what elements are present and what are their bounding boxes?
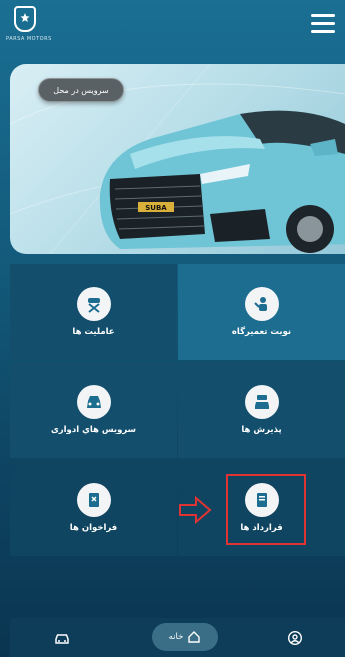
tile-agencies[interactable]: عاملیت ها <box>10 264 177 360</box>
tile-label: پذیرش ها <box>241 425 282 435</box>
app-logo[interactable]: PARSA MOTORS <box>6 6 56 50</box>
hamburger-menu-icon[interactable] <box>311 14 335 34</box>
car-lift-icon <box>76 287 111 321</box>
bottom-navigation: خانه <box>10 618 345 657</box>
tile-receptions[interactable]: پذیرش ها <box>178 362 345 458</box>
user-icon[interactable] <box>283 627 307 649</box>
tile-repair-appointment[interactable]: نوبت تعمیرگاه <box>178 264 345 360</box>
home-icon <box>188 631 201 643</box>
app-screen: PARSA MOTORS سرویس در محل SUBA نوبت تعمی… <box>0 0 345 657</box>
mechanic-wrench-icon <box>244 287 279 321</box>
recall-icon <box>76 483 111 517</box>
logo-text: PARSA MOTORS <box>6 36 52 42</box>
car-image: SUBA <box>99 110 345 253</box>
tile-label: عاملیت ها <box>72 327 115 337</box>
nav-home-label: خانه <box>168 632 184 642</box>
tile-label: فراخوان ها <box>69 523 118 533</box>
tile-label: سرویس هاي ادواری <box>50 425 137 435</box>
annotation-arrow-icon <box>179 496 212 524</box>
plate-text: SUBA <box>145 204 167 212</box>
tile-recalls[interactable]: فراخوان ها <box>10 460 177 556</box>
car-service-icon <box>244 385 279 419</box>
tile-periodic-services[interactable]: سرویس هاي ادواری <box>10 362 177 458</box>
car-front-icon <box>76 385 111 419</box>
shield-logo-icon <box>14 6 36 32</box>
header: PARSA MOTORS <box>0 0 345 58</box>
nav-home-button[interactable]: خانه <box>152 623 218 651</box>
tile-label: نوبت تعمیرگاه <box>231 327 292 337</box>
annotation-highlight-box <box>226 474 306 545</box>
car-icon[interactable] <box>50 627 74 649</box>
hero-banner: سرویس در محل SUBA <box>10 64 345 254</box>
